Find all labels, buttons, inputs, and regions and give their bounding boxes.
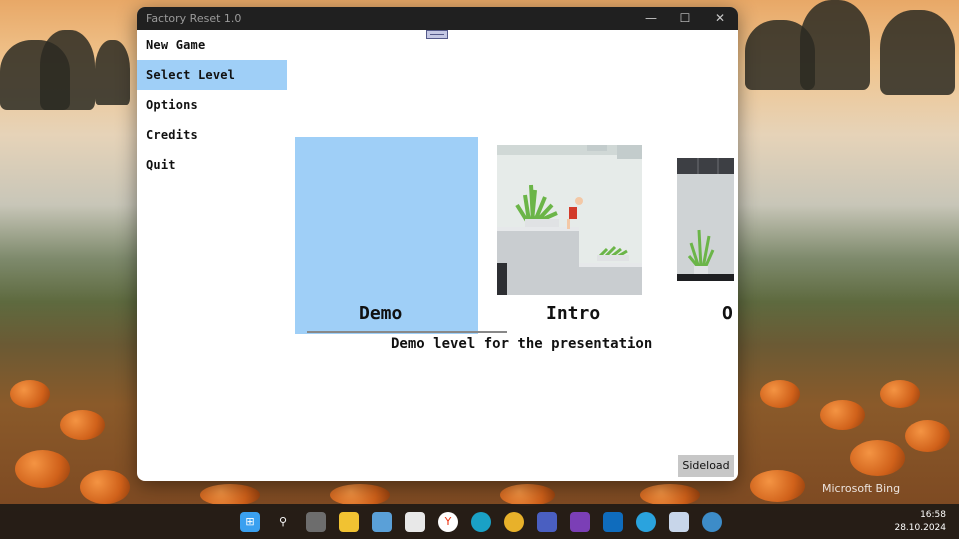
store-icon[interactable] — [405, 512, 425, 532]
main-menu: New Game Select Level Options Credits Qu… — [137, 30, 287, 180]
clock-time: 16:58 — [920, 510, 946, 520]
close-button[interactable]: ✕ — [703, 7, 737, 30]
level-description: Demo level for the presentation — [391, 336, 653, 352]
selection-underline — [307, 331, 507, 333]
edge-icon[interactable] — [471, 512, 491, 532]
menu-item-credits[interactable]: Credits — [137, 120, 287, 150]
chrome-icon[interactable] — [504, 512, 524, 532]
intro-thumbnail — [497, 145, 642, 295]
minimize-button[interactable]: — — [634, 7, 668, 30]
file-explorer-icon[interactable] — [339, 512, 359, 532]
title-bar[interactable]: Factory Reset 1.0 — ☐ ✕ — [137, 7, 738, 30]
taskbar: ⊞ ⚲ Y 16:58 28.10.2024 — [0, 504, 959, 539]
menu-item-select-level[interactable]: Select Level — [137, 60, 287, 90]
system-clock[interactable]: 16:58 28.10.2024 — [894, 509, 946, 535]
window-title: Factory Reset 1.0 — [146, 12, 242, 25]
level-label-intro: Intro — [546, 303, 601, 324]
telegram-icon[interactable] — [636, 512, 656, 532]
menu-item-quit[interactable]: Quit — [137, 150, 287, 180]
level-card-third[interactable] — [677, 158, 734, 281]
start-icon[interactable]: ⊞ — [240, 512, 260, 532]
clock-date: 28.10.2024 — [894, 523, 946, 533]
notepad-icon[interactable] — [372, 512, 392, 532]
task-view-icon[interactable] — [306, 512, 326, 532]
menu-item-options[interactable]: Options — [137, 90, 287, 120]
app-window: Factory Reset 1.0 — ☐ ✕ New Game Select … — [137, 7, 738, 481]
third-thumbnail — [677, 158, 734, 281]
save-app-icon[interactable] — [537, 512, 557, 532]
maximize-button[interactable]: ☐ — [668, 7, 702, 30]
visual-studio-icon[interactable] — [570, 512, 590, 532]
level-card-intro[interactable] — [497, 145, 642, 295]
collapse-handle[interactable] — [426, 30, 448, 39]
yandex-icon[interactable]: Y — [438, 512, 458, 532]
sideload-button[interactable]: Sideload — [678, 455, 734, 477]
level-label-demo: Demo — [359, 303, 403, 324]
menu-item-new-game[interactable]: New Game — [137, 30, 287, 60]
level-label-third: O — [722, 303, 733, 324]
bing-watermark: Microsoft Bing — [822, 482, 901, 495]
outlook-icon[interactable] — [603, 512, 623, 532]
globe-app-icon[interactable] — [702, 512, 722, 532]
game-icon[interactable] — [669, 512, 689, 532]
search-icon[interactable]: ⚲ — [273, 512, 293, 532]
